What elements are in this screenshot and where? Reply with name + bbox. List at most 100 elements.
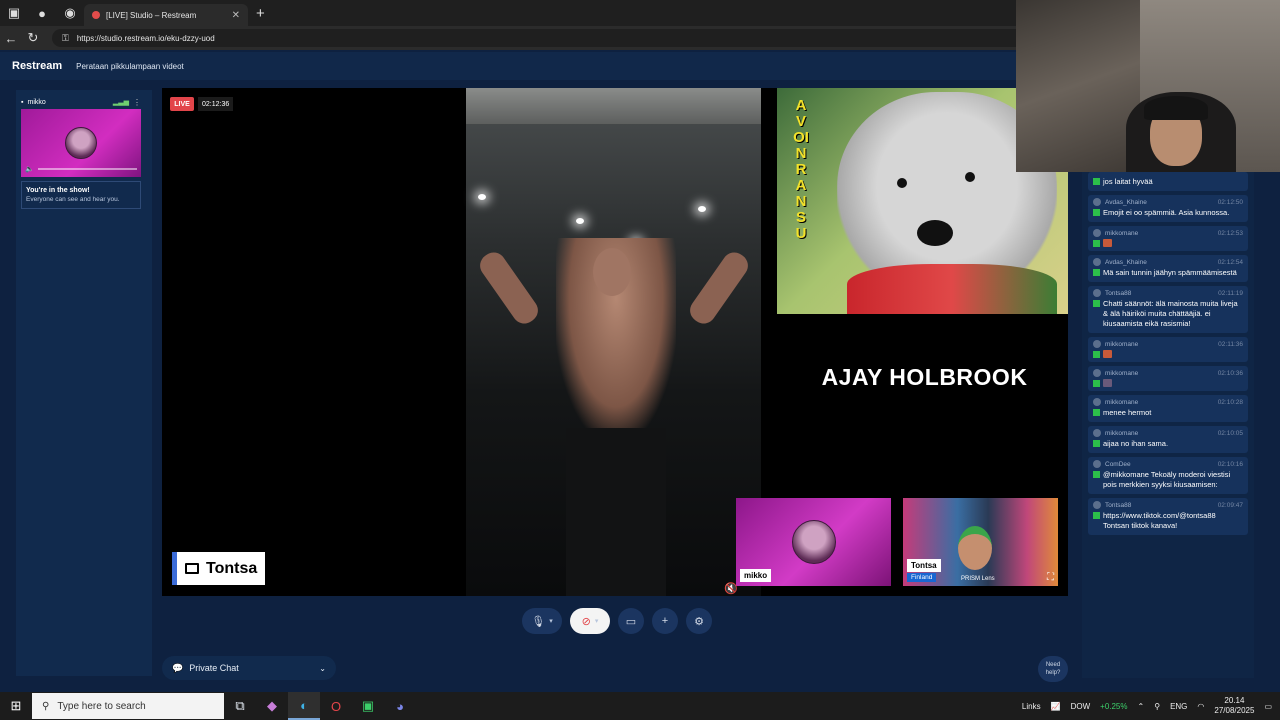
opera-icon[interactable]: O (320, 692, 352, 720)
notifications-icon[interactable]: ▭ (1264, 702, 1272, 711)
self-guest-card[interactable]: ▪ mikko ▂▃▅ ⋮ 🔈 You're in the show! Ever… (21, 95, 141, 209)
ticker-change: +0.25% (1100, 701, 1128, 711)
site-info-icon[interactable]: ⚿ (62, 33, 69, 44)
volume-track (37, 168, 137, 170)
twitch-icon (1093, 240, 1100, 247)
chat-message: ComDee 02:10:16 @mikkomane Tekoäly modero… (1088, 457, 1248, 494)
chat-timestamp: 02:11:36 (1218, 340, 1243, 348)
taskbar-search[interactable]: ⚲ Type here to search (32, 693, 224, 719)
close-tab-icon[interactable]: ✕ (232, 10, 240, 21)
avatar (1093, 429, 1101, 437)
camera-off-icon: ⊘ (581, 615, 591, 628)
discord-icon[interactable]: ◕ (384, 692, 416, 720)
chat-timestamp: 02:10:05 (1217, 429, 1243, 437)
chat-timestamp: 02:12:50 (1217, 198, 1243, 206)
task-view-icon[interactable]: ⧉ (224, 692, 256, 720)
share-screen-icon: ▭ (625, 615, 637, 628)
monitor-icon (185, 563, 199, 574)
new-tab-icon[interactable]: + (256, 5, 265, 22)
twitch-icon (1093, 351, 1100, 358)
chat-message: mikkomane 02:12:53 (1088, 226, 1248, 251)
chat-message: mikkomane 02:10:36 (1088, 366, 1248, 391)
stage-canvas: LIVE 02:12:36 AVOIN RANSU AJAY HOLBROOK (162, 88, 1068, 596)
guest-face (958, 526, 992, 570)
chat-timestamp: 02:10:16 (1217, 460, 1243, 468)
stage-caption: AJAY HOLBROOK (821, 364, 1028, 390)
chat-feed[interactable]: jos laitat hyvää Avdas_Khaine 02:12:50 Em… (1082, 168, 1254, 678)
more-options-icon[interactable]: ⋮ (133, 98, 141, 107)
microphone-button[interactable]: 🎙 ▾ (522, 608, 562, 634)
chat-username: mikkomane (1105, 429, 1139, 437)
guest-name-chip: Tontsa (907, 559, 941, 572)
links-toolbar[interactable]: Links (1022, 702, 1041, 711)
avatar (65, 127, 97, 159)
fullscreen-icon[interactable]: ⛶ (1047, 572, 1054, 583)
chat-username: ComDee (1105, 460, 1131, 468)
url-text: https://studio.restream.io/eku-dzzy-uod (76, 33, 215, 43)
chat-username: Tontsa88 (1105, 289, 1132, 297)
speaker-icon: 🔈 (25, 166, 34, 173)
chat-text[interactable]: https://www.tiktok.com/@tontsa88 Tontsan… (1103, 511, 1243, 531)
ticker-label[interactable]: DOW (1071, 702, 1091, 711)
screen-share-name: Tontsa (206, 559, 258, 577)
self-video-preview: 🔈 (21, 109, 141, 177)
twitch-icon (1093, 471, 1100, 478)
backstage-panel: ▪ mikko ▂▃▅ ⋮ 🔈 You're in the show! Ever… (16, 90, 152, 676)
network-icon[interactable]: ⚲ (1154, 702, 1160, 711)
refresh-icon[interactable]: ↻ (22, 30, 44, 46)
camera-off-button[interactable]: ⊘ ▾ (570, 608, 610, 634)
chevron-up-icon[interactable]: ⌃ (1138, 702, 1145, 711)
search-placeholder: Type here to search (57, 700, 146, 712)
screen: ▣ ● ◉ [LIVE] Studio – Restream ✕ + ← ↻ ⚿… (0, 0, 1280, 720)
copilot-icon[interactable]: ◆ (256, 692, 288, 720)
restream-logo[interactable]: Restream (12, 60, 62, 72)
guest-tile-mikko[interactable]: mikko (736, 498, 891, 586)
avatar (1093, 289, 1101, 297)
screen-share-label: Tontsa (172, 552, 266, 585)
chat-text: jos laitat hyvää (1103, 177, 1153, 186)
chat-text: menee hermot (1103, 408, 1152, 417)
chat-username: mikkomane (1105, 369, 1139, 377)
back-icon[interactable]: ← (0, 31, 22, 46)
avatar (1093, 340, 1101, 348)
workspaces-icon[interactable]: ◉ (56, 0, 84, 26)
chat-message: Tontsa88 02:09:47 https://www.tiktok.com/… (1088, 498, 1248, 535)
chat-text: Mä sain tunnin jäähyn spämmäämisestä (1103, 268, 1237, 277)
chat-message: mikkomane 02:10:28 menee hermot (1088, 395, 1248, 422)
guest-tile-tontsa[interactable]: Tontsa Finland PRISM Lens ⛶ (903, 498, 1058, 586)
live-badge: LIVE (170, 97, 194, 111)
private-chat-button[interactable]: 💬 Private Chat ⌄ (162, 656, 336, 680)
chat-message: Avdas_Khaine 02:12:54 Mä sain tunnin jääh… (1088, 255, 1248, 282)
language-indicator[interactable]: ENG (1170, 702, 1187, 711)
profile-icon[interactable]: ● (28, 0, 56, 26)
avatar (1093, 501, 1101, 509)
settings-button[interactable]: ⚙ (686, 608, 712, 634)
chevron-down-icon[interactable]: ▾ (549, 617, 553, 625)
window-menu-icon[interactable]: ▣ (0, 0, 28, 26)
windows-start-icon[interactable]: ⊞ (0, 692, 32, 720)
clock[interactable]: 20.14 27/08/2025 (1214, 696, 1254, 716)
chat-message: mikkomane 02:10:05 aijaa no ihan sama. (1088, 426, 1248, 453)
browser-tab-restream[interactable]: [LIVE] Studio – Restream ✕ (84, 4, 248, 26)
emoji-icon (1103, 379, 1112, 387)
add-button[interactable]: + (652, 608, 678, 634)
chat-message: jos laitat hyvää (1088, 172, 1248, 191)
avatar (1093, 198, 1101, 206)
need-help-button[interactable]: Need help? (1038, 656, 1068, 682)
chat-username: Tontsa88 (1105, 501, 1132, 509)
screen-share-video (466, 88, 761, 596)
chat-text: Emojit ei oo spämmiä. Asia kunnossa. (1103, 208, 1230, 217)
chevron-down-icon[interactable]: ▾ (595, 617, 599, 625)
twitch-icon (1093, 178, 1100, 185)
wifi-icon[interactable]: ◠ (1197, 702, 1204, 711)
show-title[interactable]: Perataan pikkulampaan videot (76, 62, 184, 71)
connection-signal-icon: ▂▃▅ (112, 99, 129, 106)
edge-browser-icon[interactable]: ◐ (288, 692, 320, 720)
share-screen-button[interactable]: ▭ (618, 608, 644, 634)
app-green-icon[interactable]: ▣ (352, 692, 384, 720)
url-field[interactable]: ⚿ https://studio.restream.io/eku-dzzy-uo… (52, 29, 1046, 47)
tab-title: [LIVE] Studio – Restream (106, 10, 197, 20)
guest-country-chip: Finland (907, 573, 937, 582)
clock-time: 20.14 (1224, 696, 1245, 705)
search-icon: ⚲ (42, 700, 50, 712)
